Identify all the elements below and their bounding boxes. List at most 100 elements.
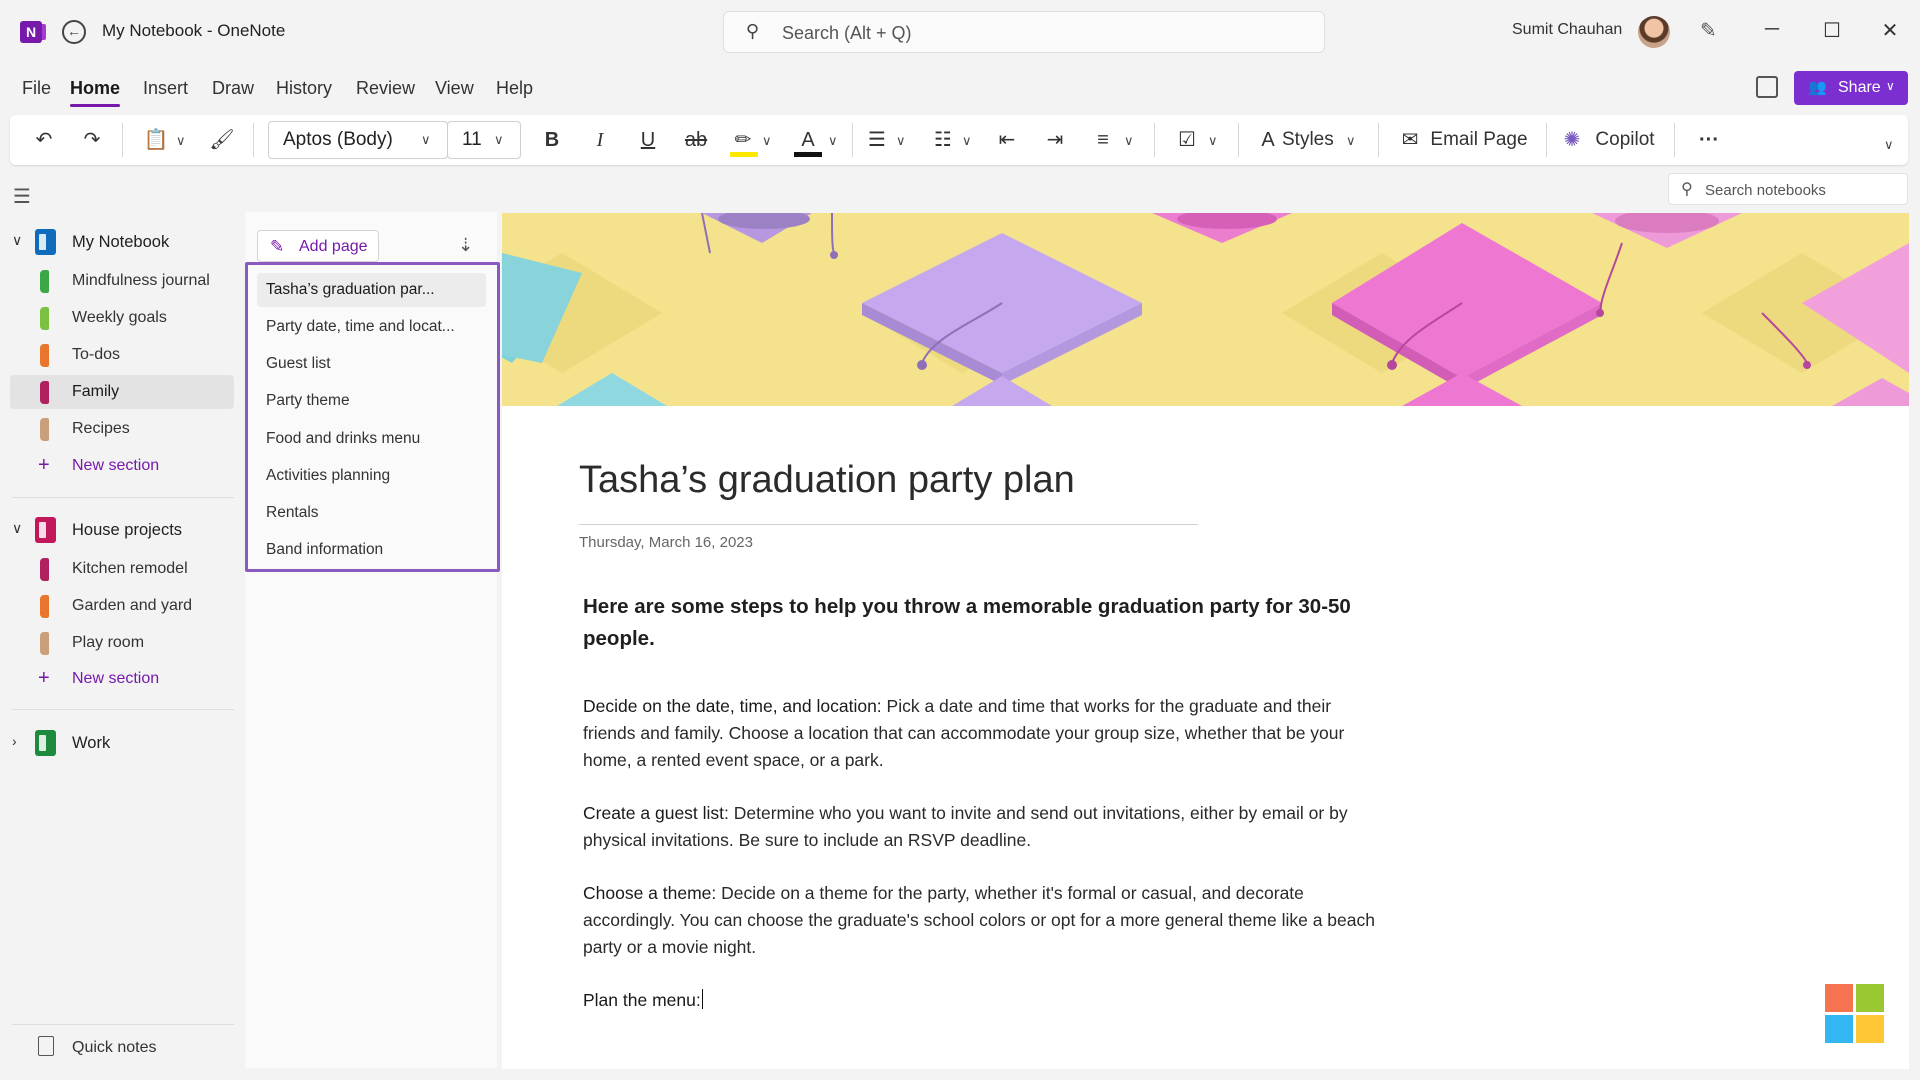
close-icon[interactable]: ✕ — [1878, 18, 1902, 43]
paragraph[interactable]: Create a guest list: Determine who you w… — [583, 800, 1383, 854]
maximize-icon[interactable]: ☐ — [1820, 18, 1844, 43]
user-name[interactable]: Sumit Chauhan — [1512, 21, 1622, 39]
intro-paragraph[interactable]: Here are some steps to help you throw a … — [583, 591, 1363, 655]
format-painter-icon[interactable]: 🖌 — [208, 125, 236, 155]
notebook-label: House projects — [72, 521, 183, 539]
tab-review[interactable]: Review — [356, 78, 415, 99]
styles-label[interactable]: Styles — [1282, 125, 1334, 155]
paragraph[interactable]: Choose a theme: Decide on a theme for th… — [583, 880, 1383, 961]
section-tab-icon — [40, 344, 49, 367]
increase-indent-icon[interactable]: ⇥ — [1040, 125, 1070, 155]
align-icon[interactable]: ≡ — [1088, 125, 1118, 155]
pen-sparkle-icon[interactable]: ✎ — [1700, 18, 1717, 43]
copilot-button[interactable]: Copilot — [1590, 125, 1660, 155]
tab-home[interactable]: Home — [70, 78, 121, 107]
underline-icon[interactable]: U — [634, 125, 662, 155]
chevron-down-icon: ∨ — [494, 132, 504, 147]
copilot-icon[interactable]: ✺ — [1558, 125, 1586, 155]
chevron-down-icon[interactable]: ∨ — [1346, 133, 1356, 149]
section-label: Weekly goals — [72, 309, 167, 326]
share-button[interactable]: 👥 Share ∨ — [1794, 71, 1908, 105]
chevron-down-icon[interactable]: ∨ — [12, 520, 22, 537]
notebook-icon — [35, 229, 56, 255]
page-item[interactable]: Band information — [257, 533, 486, 567]
chevron-down-icon[interactable]: ∨ — [1208, 133, 1218, 149]
page-title[interactable]: Tasha’s graduation party plan — [579, 459, 1075, 502]
page-item[interactable]: Food and drinks menu — [257, 422, 486, 456]
section-play-room[interactable]: Play room — [10, 626, 234, 660]
section-family[interactable]: Family — [10, 375, 234, 409]
notebook-my-notebook[interactable]: ∨ My Notebook — [10, 225, 234, 259]
tab-insert[interactable]: Insert — [143, 78, 188, 99]
avatar[interactable] — [1638, 16, 1670, 48]
add-page-button[interactable]: ✎ Add page — [257, 230, 379, 262]
window-title: My Notebook - OneNote — [102, 21, 286, 40]
ribbon-collapse-icon[interactable]: ∨ — [1884, 137, 1894, 153]
quick-notes-button[interactable]: Quick notes — [10, 1030, 234, 1066]
tab-draw[interactable]: Draw — [212, 78, 254, 99]
strikethrough-icon[interactable]: ab — [682, 125, 710, 155]
section-garden-and-yard[interactable]: Garden and yard — [10, 589, 234, 623]
search-notebooks-input[interactable]: ⚲ Search notebooks — [1668, 173, 1908, 205]
page-item[interactable]: Tasha’s graduation par... — [257, 273, 486, 307]
section-tab-icon — [40, 558, 49, 581]
section-mindfulness-journal[interactable]: Mindfulness journal — [10, 264, 234, 298]
decrease-indent-icon[interactable]: ⇤ — [992, 125, 1022, 155]
page-canvas[interactable]: Tasha’s graduation party plan Thursday, … — [502, 213, 1909, 1069]
email-page-button[interactable]: Email Page — [1428, 125, 1530, 155]
styles-icon[interactable]: A — [1256, 125, 1280, 155]
chevron-down-icon[interactable]: ∨ — [828, 133, 838, 149]
chevron-down-icon[interactable]: ∨ — [12, 232, 22, 249]
redo-icon[interactable]: ↷ — [78, 125, 106, 155]
section-to-dos[interactable]: To-dos — [10, 338, 234, 372]
minimize-icon[interactable]: ─ — [1760, 18, 1784, 41]
new-section-button[interactable]: + New section — [10, 664, 234, 694]
back-arrow-icon[interactable]: ← — [62, 20, 86, 44]
tab-view[interactable]: View — [435, 78, 474, 99]
chevron-down-icon[interactable]: ∨ — [176, 133, 186, 149]
section-recipes[interactable]: Recipes — [10, 412, 234, 446]
numbering-icon[interactable]: ☷ — [928, 125, 958, 155]
tag-checkbox-icon[interactable]: ☑ — [1172, 125, 1202, 155]
tab-history[interactable]: History — [276, 78, 332, 99]
page-item[interactable]: Rentals — [257, 496, 486, 530]
section-weekly-goals[interactable]: Weekly goals — [10, 301, 234, 335]
search-input[interactable]: ⚲ Search (Alt + Q) — [723, 11, 1325, 53]
notebook-house-projects[interactable]: ∨ House projects — [10, 513, 234, 547]
chevron-down-icon[interactable]: ∨ — [1124, 133, 1134, 149]
sticky-notes-icon[interactable] — [1756, 76, 1778, 98]
notebook-navigation: ∨ My Notebook Mindfulness journal Weekly… — [0, 218, 240, 1080]
font-name-select[interactable]: Aptos (Body) ∨ — [268, 121, 448, 159]
highlighter-icon[interactable]: ✏ — [728, 125, 758, 155]
more-options-icon[interactable]: ··· — [1686, 125, 1732, 155]
notebook-work[interactable]: › Work — [10, 726, 234, 760]
tab-file[interactable]: File — [22, 78, 51, 99]
chevron-down-icon[interactable]: ∨ — [962, 133, 972, 149]
chevron-down-icon[interactable]: ∨ — [896, 133, 906, 149]
bold-icon[interactable]: B — [538, 125, 566, 155]
email-icon[interactable]: ✉ — [1396, 125, 1424, 155]
chevron-right-icon[interactable]: › — [12, 733, 17, 749]
people-icon: 👥 — [1808, 79, 1827, 96]
paragraph[interactable]: Plan the menu: — [583, 987, 1383, 1014]
font-size-value: 11 — [462, 129, 482, 150]
page-item[interactable]: Party theme — [257, 384, 486, 418]
page-item[interactable]: Party date, time and locat... — [257, 310, 486, 344]
section-kitchen-remodel[interactable]: Kitchen remodel — [10, 552, 234, 586]
sort-icon[interactable]: ⇣ — [458, 235, 473, 256]
font-color-icon[interactable]: A — [794, 125, 822, 155]
page-label: Rentals — [266, 504, 319, 521]
page-item[interactable]: Guest list — [257, 347, 486, 381]
paragraph[interactable]: Decide on the date, time, and location: … — [583, 693, 1383, 774]
new-section-button[interactable]: + New section — [10, 451, 234, 481]
hamburger-menu-icon[interactable]: ☰ — [13, 184, 31, 209]
bullets-icon[interactable]: ☰ — [862, 125, 892, 155]
chevron-down-icon[interactable]: ∨ — [762, 133, 772, 149]
tab-help[interactable]: Help — [496, 78, 533, 99]
microsoft-logo — [1825, 984, 1885, 1044]
font-size-select[interactable]: 11 ∨ — [447, 121, 521, 159]
paste-icon[interactable]: 📋 — [142, 125, 170, 155]
page-item[interactable]: Activities planning — [257, 459, 486, 493]
undo-icon[interactable]: ↶ — [30, 125, 58, 155]
italic-icon[interactable]: I — [586, 125, 614, 155]
